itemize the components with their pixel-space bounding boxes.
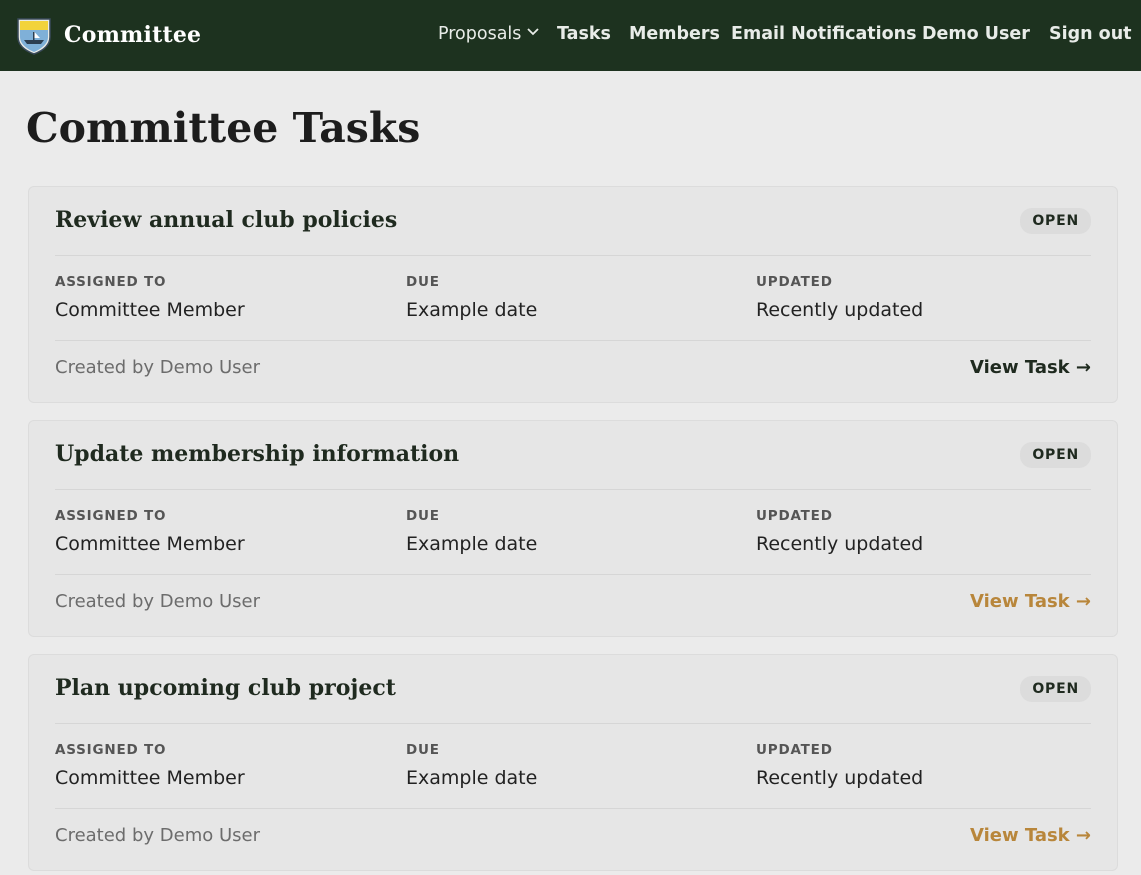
task-card: Update membership information OPEN ASSIG… (28, 420, 1118, 637)
divider (55, 723, 1091, 724)
chevron-down-icon (527, 28, 540, 36)
brand-name: Committee (64, 22, 202, 48)
due-field: DUE Example date (406, 274, 537, 321)
due-value: Example date (406, 767, 538, 789)
field-label: DUE (406, 274, 440, 290)
due-value: Example date (406, 533, 538, 555)
divider (55, 574, 1091, 575)
nav-tasks[interactable]: Tasks (557, 24, 611, 44)
updated-value: Recently updated (756, 533, 924, 555)
sign-out-link[interactable]: Sign out (1049, 24, 1132, 44)
divider (55, 255, 1091, 256)
assigned-to-value: Committee Member (55, 533, 245, 555)
brand-link[interactable]: Committee (14, 15, 201, 55)
field-label: DUE (406, 508, 440, 524)
view-task-link[interactable]: View Task → (970, 357, 1091, 378)
field-label: ASSIGNED TO (55, 274, 167, 290)
assigned-to-field: ASSIGNED TO Committee Member (55, 742, 245, 789)
assigned-to-value: Committee Member (55, 767, 245, 789)
field-label: UPDATED (756, 742, 833, 758)
task-card: Review annual club policies OPEN ASSIGNE… (28, 186, 1118, 403)
divider (55, 808, 1091, 809)
assigned-to-field: ASSIGNED TO Committee Member (55, 508, 245, 555)
task-title: Update membership information (55, 441, 460, 467)
updated-field: UPDATED Recently updated (756, 274, 923, 321)
field-label: UPDATED (756, 508, 833, 524)
task-title: Review annual club policies (55, 207, 398, 233)
divider (55, 489, 1091, 490)
created-by: Created by Demo User (55, 825, 260, 846)
assigned-to-field: ASSIGNED TO Committee Member (55, 274, 245, 321)
nav-proposals[interactable]: Proposals (438, 24, 540, 44)
updated-value: Recently updated (756, 299, 924, 321)
status-badge: OPEN (1020, 442, 1091, 468)
nav-members[interactable]: Members (629, 24, 720, 44)
status-badge: OPEN (1020, 208, 1091, 234)
updated-value: Recently updated (756, 767, 924, 789)
created-by: Created by Demo User (55, 357, 260, 378)
field-label: DUE (406, 742, 440, 758)
status-badge: OPEN (1020, 676, 1091, 702)
view-task-link[interactable]: View Task → (970, 825, 1091, 846)
due-field: DUE Example date (406, 508, 537, 555)
updated-field: UPDATED Recently updated (756, 742, 923, 789)
view-task-link[interactable]: View Task → (970, 591, 1091, 612)
nav-user[interactable]: Demo User (922, 24, 1030, 44)
created-by: Created by Demo User (55, 591, 260, 612)
updated-field: UPDATED Recently updated (756, 508, 923, 555)
nav-email-notifications[interactable]: Email Notifications (731, 24, 917, 44)
assigned-to-value: Committee Member (55, 299, 245, 321)
due-field: DUE Example date (406, 742, 537, 789)
field-label: UPDATED (756, 274, 833, 290)
top-navigation-bar: Committee Proposals Tasks Members Email … (0, 0, 1141, 71)
field-label: ASSIGNED TO (55, 508, 167, 524)
divider (55, 340, 1091, 341)
page-title: Committee Tasks (26, 104, 421, 152)
field-label: ASSIGNED TO (55, 742, 167, 758)
club-crest-icon (17, 18, 51, 55)
nav-proposals-label: Proposals (438, 24, 522, 44)
due-value: Example date (406, 299, 538, 321)
task-title: Plan upcoming club project (55, 675, 396, 701)
task-card: Plan upcoming club project OPEN ASSIGNED… (28, 654, 1118, 871)
